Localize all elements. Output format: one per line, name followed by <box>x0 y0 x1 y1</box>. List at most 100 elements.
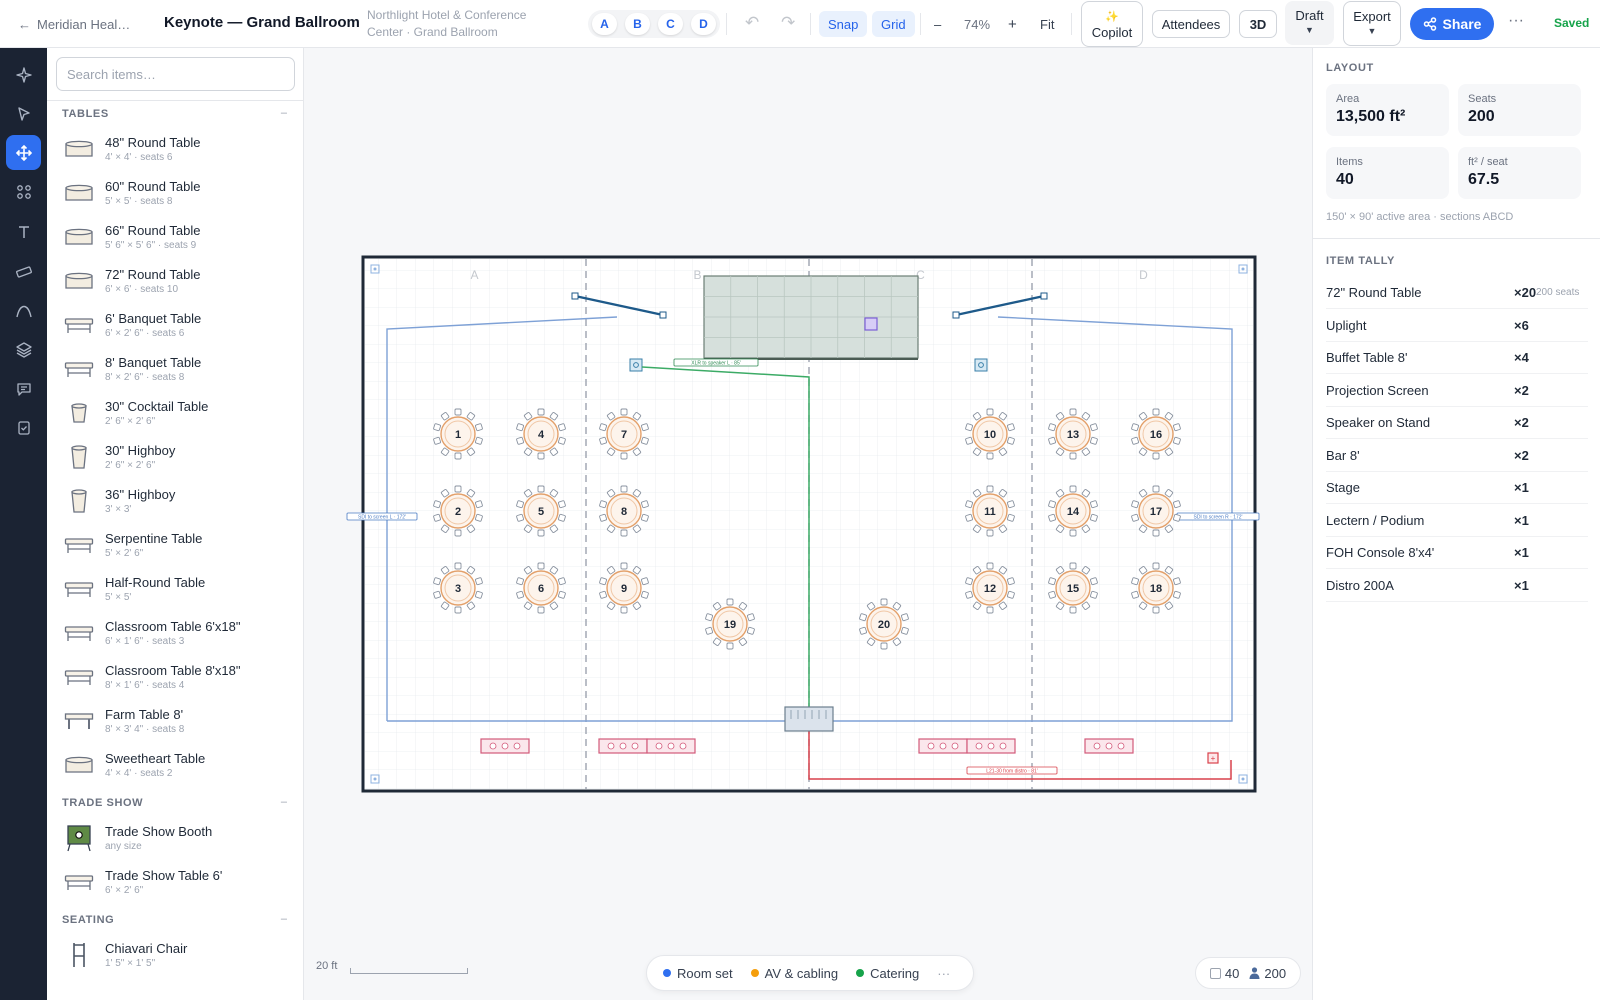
search-items-input[interactable] <box>56 57 295 91</box>
chair-seat[interactable] <box>986 408 994 416</box>
chair-seat[interactable] <box>986 562 994 570</box>
chair-seat[interactable] <box>1152 485 1160 493</box>
chair-seat[interactable] <box>965 577 973 586</box>
chair-seat[interactable] <box>859 626 867 635</box>
chair-seat[interactable] <box>620 606 628 614</box>
chair-seat[interactable] <box>1090 500 1098 509</box>
chair-seat[interactable] <box>986 485 994 493</box>
rail-ai-tool[interactable] <box>6 57 41 92</box>
chair-seat[interactable] <box>537 606 545 614</box>
tally-row-uplight[interactable]: Uplight ×6 <box>1326 310 1588 342</box>
library-item-60-round-table[interactable]: 60" Round Table 5' × 5' · seats 8 <box>47 171 303 215</box>
chair-seat[interactable] <box>558 423 566 432</box>
tally-row-foh-console-8-x4[interactable]: FOH Console 8'x4' ×1 <box>1326 537 1588 569</box>
chair-seat[interactable] <box>1173 500 1181 509</box>
rail-comments-tool[interactable] <box>6 371 41 406</box>
library-item-classroom-table-8-x18[interactable]: Classroom Table 8'x18" 8' × 1' 6" · seats… <box>47 655 303 699</box>
chair-seat[interactable] <box>620 562 628 570</box>
chair-seat[interactable] <box>620 485 628 493</box>
section-d-button[interactable]: D <box>691 13 716 35</box>
rail-draw-tool[interactable] <box>6 293 41 328</box>
section-b-button[interactable]: B <box>625 13 650 35</box>
chair-seat[interactable] <box>1090 577 1098 586</box>
chair-seat[interactable] <box>1007 577 1015 586</box>
chair-seat[interactable] <box>433 577 441 586</box>
library-item-30-cocktail-table[interactable]: 30" Cocktail Table 2' 6" × 2' 6" <box>47 391 303 435</box>
chair-seat[interactable] <box>641 500 649 509</box>
back-button[interactable]: ← Meridian Heal… <box>18 0 130 48</box>
library-item-sweetheart-table[interactable]: Sweetheart Table 4' × 4' · seats 2 <box>47 743 303 787</box>
lectern-podium[interactable] <box>864 317 878 331</box>
collapse-group-button[interactable]: – <box>281 913 287 925</box>
share-button[interactable]: Share <box>1410 8 1494 40</box>
chair-seat[interactable] <box>454 485 462 493</box>
chair-seat[interactable] <box>747 626 755 635</box>
chair-seat[interactable] <box>1090 436 1098 445</box>
chair-seat[interactable] <box>516 436 524 445</box>
chair-seat[interactable] <box>454 408 462 416</box>
chair-seat[interactable] <box>901 613 909 622</box>
chair-seat[interactable] <box>1069 562 1077 570</box>
chair-seat[interactable] <box>705 626 713 635</box>
chair-seat[interactable] <box>433 500 441 509</box>
chair-seat[interactable] <box>1152 408 1160 416</box>
chair-seat[interactable] <box>454 529 462 537</box>
rail-layers-tool[interactable] <box>6 332 41 367</box>
chair-seat[interactable] <box>859 613 867 622</box>
chair-seat[interactable] <box>986 529 994 537</box>
export-dropdown[interactable]: Export ▼ <box>1343 1 1401 46</box>
tally-row-distro-200a[interactable]: Distro 200A ×1 <box>1326 570 1588 602</box>
chair-seat[interactable] <box>641 436 649 445</box>
chair-seat[interactable] <box>1048 590 1056 599</box>
3d-view-button[interactable]: 3D <box>1239 10 1277 38</box>
chair-seat[interactable] <box>1173 577 1181 586</box>
chair-seat[interactable] <box>1131 590 1139 599</box>
library-item-72-round-table[interactable]: 72" Round Table 6' × 6' · seats 10 <box>47 259 303 303</box>
tally-row-buffet-table-8[interactable]: Buffet Table 8' ×4 <box>1326 342 1588 374</box>
layer-room-set[interactable]: Room set <box>663 966 733 981</box>
library-item-farm-table-8[interactable]: Farm Table 8' 8' × 3' 4" · seats 8 <box>47 699 303 743</box>
chair-seat[interactable] <box>433 513 441 522</box>
chair-seat[interactable] <box>1152 529 1160 537</box>
chair-seat[interactable] <box>1090 513 1098 522</box>
chair-seat[interactable] <box>705 613 713 622</box>
chair-seat[interactable] <box>558 513 566 522</box>
chair-seat[interactable] <box>1173 436 1181 445</box>
redo-icon[interactable]: ↷ <box>781 13 795 33</box>
chair-seat[interactable] <box>1152 562 1160 570</box>
chair-seat[interactable] <box>1090 590 1098 599</box>
collapse-group-button[interactable]: – <box>281 107 287 119</box>
chair-seat[interactable] <box>599 436 607 445</box>
chair-seat[interactable] <box>599 423 607 432</box>
fit-button[interactable]: Fit <box>1040 0 1054 48</box>
chair-seat[interactable] <box>475 500 483 509</box>
chair-seat[interactable] <box>454 606 462 614</box>
rail-add-items-tool[interactable] <box>6 135 41 170</box>
chair-seat[interactable] <box>1007 423 1015 432</box>
rail-components-tool[interactable] <box>6 174 41 209</box>
speaker-left[interactable] <box>629 358 643 372</box>
more-options-icon[interactable]: ··· <box>1508 12 1524 30</box>
chair-seat[interactable] <box>1131 500 1139 509</box>
chair-seat[interactable] <box>1173 590 1181 599</box>
chair-seat[interactable] <box>641 423 649 432</box>
chair-seat[interactable] <box>1152 606 1160 614</box>
chair-seat[interactable] <box>1131 577 1139 586</box>
chair-seat[interactable] <box>1069 452 1077 460</box>
chair-seat[interactable] <box>641 577 649 586</box>
collapse-group-button[interactable]: – <box>281 796 287 808</box>
chair-seat[interactable] <box>1048 423 1056 432</box>
chair-seat[interactable] <box>516 423 524 432</box>
chair-seat[interactable] <box>1007 590 1015 599</box>
chair-seat[interactable] <box>475 513 483 522</box>
chair-seat[interactable] <box>1048 577 1056 586</box>
speaker-right[interactable] <box>974 358 988 372</box>
tally-row-lectern-podium[interactable]: Lectern / Podium ×1 <box>1326 505 1588 537</box>
section-c-button[interactable]: C <box>658 13 683 35</box>
chair-seat[interactable] <box>1131 423 1139 432</box>
chair-seat[interactable] <box>747 613 755 622</box>
document-title[interactable]: Keynote — Grand Ballroom <box>164 14 360 31</box>
grid-toggle[interactable]: Grid <box>872 11 915 37</box>
chair-seat[interactable] <box>880 642 888 650</box>
library-item-trade-show-booth[interactable]: Trade Show Booth any size <box>47 816 303 860</box>
